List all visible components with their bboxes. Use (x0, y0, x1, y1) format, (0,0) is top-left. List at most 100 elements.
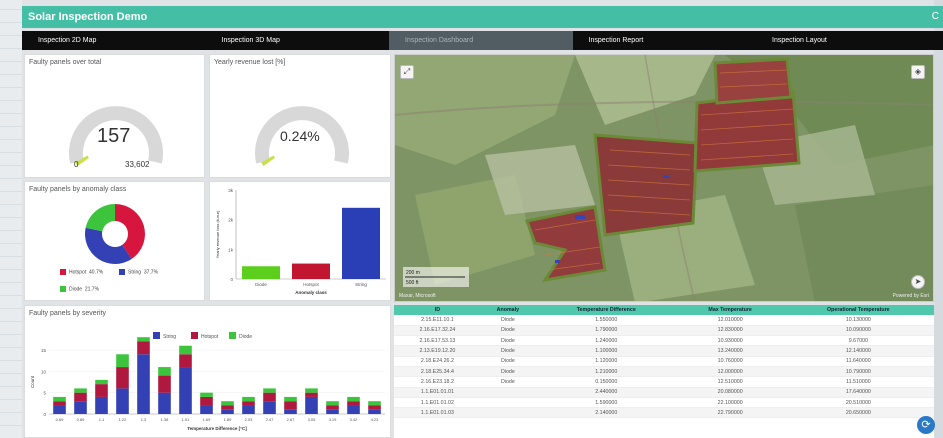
column-header-operational-temperature[interactable]: Operational Temperature (782, 305, 934, 315)
bar-hotspot[interactable] (347, 401, 360, 406)
bar-diode[interactable] (368, 401, 381, 406)
table-row[interactable]: 2.16.E23.18.2 Diode 0.150000 12.510000 11.51… (394, 376, 934, 388)
bar-string[interactable] (74, 401, 87, 414)
bar-string[interactable] (347, 405, 360, 414)
cell-id: 2.16.E17.53.13 (394, 335, 481, 347)
bar-hotspot[interactable] (53, 401, 66, 406)
bar-diode[interactable] (263, 388, 276, 393)
bar-string[interactable] (284, 409, 297, 414)
bar-string[interactable] (305, 396, 318, 414)
tab-inspection-layout[interactable]: Inspection Layout (756, 31, 940, 50)
tab-inspection-report[interactable]: Inspection Report (573, 31, 757, 50)
bar-hotspot[interactable] (305, 392, 318, 397)
bar-diode[interactable] (305, 388, 318, 393)
bar-string[interactable] (200, 405, 213, 414)
x-tick-label: 4.23 (371, 417, 380, 422)
map-compass-button[interactable]: ➤ (911, 275, 925, 289)
bar-string[interactable] (116, 388, 129, 414)
revenue-loss-bar-panel: 3k 2k 1k 0 Diode Hotspot String Anomaly class Ye… (209, 181, 391, 301)
bar-diode[interactable] (284, 396, 297, 402)
bar-hotspot[interactable] (284, 401, 297, 410)
cell-op-temp: 20.650000 (782, 407, 934, 419)
bar-diode[interactable] (347, 396, 360, 402)
map-credit-left: Maxar, Microsoft (399, 293, 436, 299)
bar-string[interactable] (263, 401, 276, 414)
bar-diode[interactable] (179, 345, 192, 355)
x-tick-label: 2.03 (245, 417, 254, 422)
table-header-row: ID Anomaly Temperature Difference Max Te… (394, 305, 934, 315)
bar-diode[interactable] (158, 367, 171, 376)
tab-inspection-2d-map[interactable]: Inspection 2D Map (22, 31, 206, 50)
bar-string[interactable] (179, 367, 192, 414)
faulty-panels-value: 157 (97, 125, 131, 147)
map-credit-right[interactable]: Powered by Esri (893, 293, 929, 299)
table-row[interactable]: 2.13.E19.12.20 Diode 1.100000 13.240000 12.1… (394, 345, 934, 357)
bar-diode[interactable] (116, 354, 129, 368)
bar-hotspot[interactable] (242, 401, 255, 406)
donut-slice-diode[interactable] (85, 204, 115, 232)
bar-hotspot[interactable] (95, 384, 108, 397)
map-basemap-button[interactable]: ◈ (911, 65, 925, 79)
bar-string[interactable] (342, 207, 380, 279)
bar-hotspot[interactable] (74, 392, 87, 402)
table-row[interactable]: 2.16.E17.53.13 Diode 1.240000 10.930000 9.67… (394, 335, 934, 347)
anomaly-class-donut-chart (85, 204, 146, 264)
refresh-icon[interactable]: ⟳ (917, 416, 935, 434)
table-row[interactable]: 1.1.E01.01.01 2.440000 20.080000 17.640000 (394, 387, 934, 398)
table-row[interactable]: 2.16.E17.32.24 Diode 1.790000 12.830000 10.0… (394, 325, 934, 337)
bar-hotspot[interactable] (116, 367, 129, 389)
bar-hotspot[interactable] (326, 405, 339, 410)
pie-legend-string: String 37.7% (119, 269, 158, 275)
pie-legend-hotspot: Hotspot 40.7% (60, 269, 103, 275)
bar-string[interactable] (95, 396, 108, 414)
bar-string[interactable] (137, 354, 150, 414)
bar-hotspot[interactable] (263, 392, 276, 402)
tab-bar: Inspection 2D Map Inspection 3D Map Insp… (22, 31, 943, 50)
bar-string[interactable] (158, 392, 171, 414)
bar-hotspot[interactable] (137, 341, 150, 355)
bar-diode[interactable] (53, 396, 66, 402)
bar-diode[interactable] (326, 401, 339, 406)
bar-hotspot[interactable] (179, 354, 192, 368)
bar-string[interactable] (242, 405, 255, 414)
tab-inspection-dashboard[interactable]: Inspection Dashboard (389, 31, 573, 50)
inspection-table: ID Anomaly Temperature Difference Max Te… (394, 305, 934, 438)
cell-id: 1.1.E01.01.02 (394, 397, 481, 409)
table-row[interactable]: 2.15.E11.10.1 Diode 1.550000 12.010000 10.13… (394, 315, 934, 326)
bar-diode[interactable] (95, 379, 108, 385)
bar-diode[interactable] (137, 337, 150, 342)
column-header-anomaly[interactable]: Anomaly (480, 305, 535, 315)
bar-hotspot[interactable] (292, 263, 330, 279)
map-scale-top-label: 200 m (406, 270, 420, 276)
inspection-map[interactable]: 200 m 500 ft ⤢ ◈ ➤ Maxar, Microsoft Powe… (394, 54, 934, 302)
bar-diode[interactable] (200, 392, 213, 397)
bar-diode[interactable] (242, 396, 255, 402)
y-tick-label: 15 (41, 348, 47, 353)
bar-string[interactable] (221, 409, 234, 414)
tab-inspection-3d-map[interactable]: Inspection 3D Map (206, 31, 390, 50)
column-header-temperature-difference[interactable]: Temperature Difference (534, 305, 678, 315)
table-row[interactable]: 2.18.E24.26.2 Diode 1.120000 10.760000 11.64… (394, 356, 934, 367)
x-tick-label: 3.05 (308, 417, 317, 422)
bar-diode[interactable] (74, 388, 87, 393)
bar-hotspot[interactable] (200, 396, 213, 406)
bar-string[interactable] (368, 409, 381, 414)
map-fullscreen-button[interactable]: ⤢ (400, 65, 414, 79)
table-row[interactable]: 1.1.E01.01.03 2.140000 22.790000 20.650000 (394, 407, 934, 419)
bar-hotspot[interactable] (221, 405, 234, 410)
x-tick-label: 3.19 (329, 417, 338, 422)
bar-diode[interactable] (242, 266, 280, 279)
table-row[interactable]: 2.18.E25.34.4 Diode 1.210000 12.000000 10.79… (394, 366, 934, 378)
table-row[interactable]: 1.1.E01.01.02 1.590000 22.100000 20.510000 (394, 397, 934, 409)
cell-temp-diff: 1.240000 (534, 335, 678, 347)
inspection-data-table: ID Anomaly Temperature Difference Max Te… (394, 305, 934, 419)
bar-diode[interactable] (221, 401, 234, 406)
bar-string[interactable] (53, 405, 66, 414)
column-header-id[interactable]: ID (394, 305, 481, 315)
column-header-max-temperature[interactable]: Max Temperature (677, 305, 783, 315)
cell-temp-diff: 1.790000 (534, 325, 678, 337)
bar-string[interactable] (326, 409, 339, 414)
bar-hotspot[interactable] (158, 375, 171, 393)
bar-hotspot[interactable] (368, 405, 381, 410)
cell-op-temp: 11.510000 (782, 376, 934, 388)
